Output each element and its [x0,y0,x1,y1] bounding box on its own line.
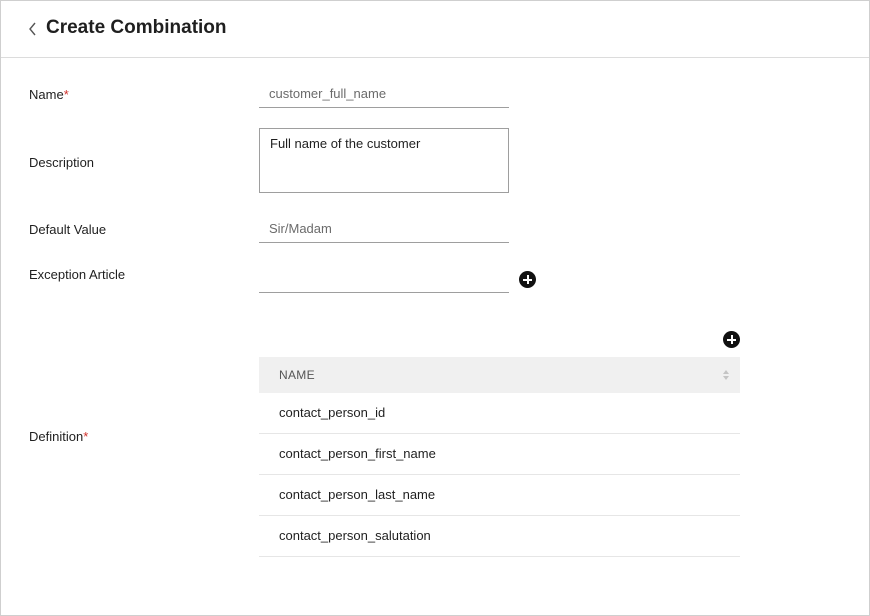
default-value-input[interactable] [259,215,509,243]
definition-required-mark: * [83,429,89,444]
description-label: Description [29,155,95,170]
table-row[interactable]: contact_person_first_name [259,434,740,475]
name-input[interactable] [259,80,509,108]
table-row[interactable]: contact_person_last_name [259,475,740,516]
sort-icon [723,370,729,380]
row-name: contact_person_id [279,405,386,420]
definition-label-text: Definition [29,429,84,444]
table-header-name[interactable]: NAME [259,357,740,393]
row-name: contact_person_first_name [279,446,436,461]
add-definition-button[interactable] [723,331,740,348]
exception-article-input[interactable] [259,265,509,293]
table-row[interactable]: contact_person_salutation [259,516,740,557]
page-header: Create Combination [1,1,869,58]
back-button[interactable] [25,19,41,39]
definition-label: Definition* [29,429,88,444]
chevron-left-icon [29,22,36,36]
row-name: contact_person_last_name [279,487,436,502]
page-title: Create Combination [46,17,227,38]
definition-table: NAME contact_person_id contact_person_fi… [259,357,740,557]
column-name-label: NAME [279,368,315,382]
row-name: contact_person_salutation [279,528,431,543]
description-textarea[interactable]: Full name of the customer [259,128,509,193]
name-label: Name* [29,87,69,102]
add-exception-article-button[interactable] [519,271,536,288]
table-row[interactable]: contact_person_id [259,393,740,434]
default-value-label: Default Value [29,222,107,237]
name-required-mark: * [63,87,69,102]
exception-article-label: Exception Article [29,267,126,282]
create-combination-panel: Create Combination Name* Description Ful… [0,0,870,616]
name-label-text: Name [29,87,64,102]
